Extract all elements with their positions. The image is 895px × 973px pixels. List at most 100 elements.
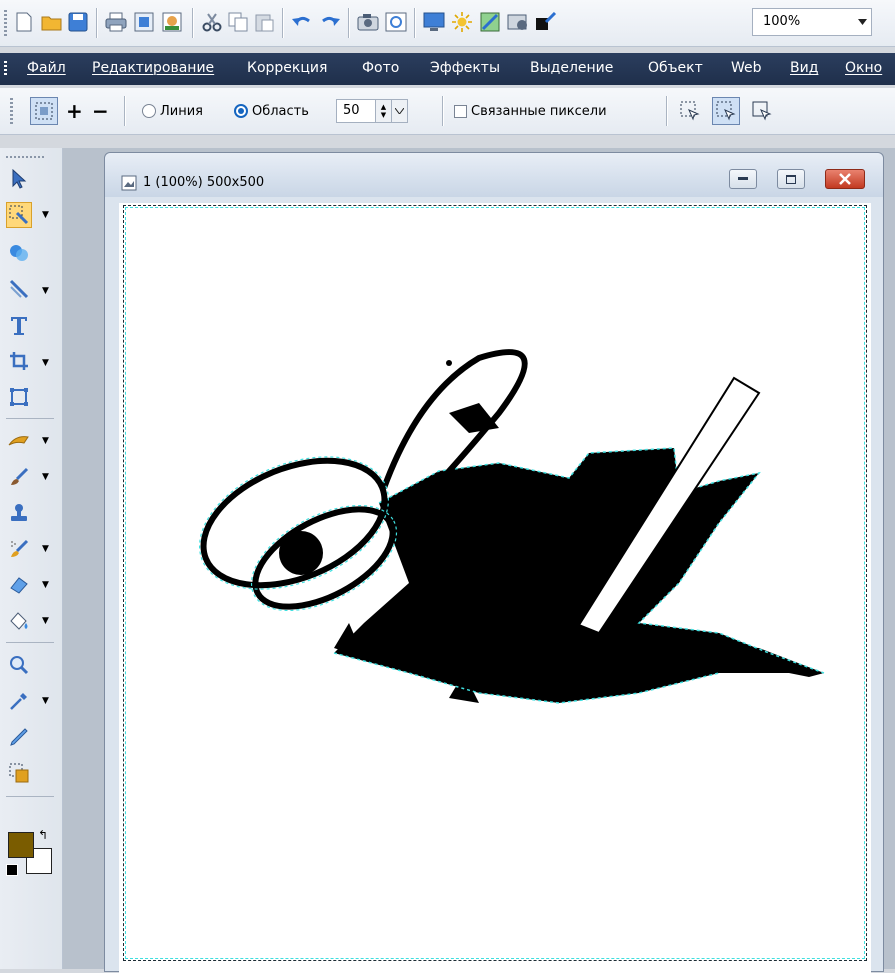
- new-icon[interactable]: [12, 10, 36, 34]
- fill-icon[interactable]: [6, 608, 32, 634]
- foreground-color-swatch[interactable]: [8, 832, 34, 858]
- zoom-value: 100%: [763, 14, 801, 29]
- tolerance-input[interactable]: 50: [336, 99, 376, 123]
- spray-icon[interactable]: [6, 536, 32, 562]
- maximize-button[interactable]: [777, 169, 805, 189]
- eyedropper-icon[interactable]: [6, 688, 32, 714]
- image-properties-icon[interactable]: [132, 10, 156, 34]
- radio-line-label: Линия: [160, 103, 203, 119]
- radio-area-circle[interactable]: [234, 104, 248, 118]
- line-icon[interactable]: [6, 276, 32, 302]
- selection-mode-icon: [30, 97, 58, 125]
- menu-photo[interactable]: Фото: [362, 60, 399, 76]
- magic-wand-menu-arrow[interactable]: ▼: [42, 210, 49, 220]
- shape-icon[interactable]: [6, 240, 32, 266]
- menu-view[interactable]: Вид: [790, 60, 818, 76]
- color-picker-icon[interactable]: [534, 10, 558, 34]
- close-icon: [839, 173, 851, 185]
- swap-colors-icon[interactable]: ↰: [38, 828, 48, 842]
- scanner-icon[interactable]: [384, 10, 408, 34]
- spray-menu-arrow[interactable]: ▼: [42, 544, 49, 554]
- menu-object[interactable]: Объект: [648, 60, 703, 76]
- select-mode-3-icon[interactable]: [752, 88, 772, 134]
- pointer-icon[interactable]: [6, 166, 32, 192]
- eraser-icon[interactable]: [6, 572, 32, 598]
- eraser-menu-arrow[interactable]: ▼: [42, 580, 49, 590]
- canvas-artwork: [198, 349, 825, 704]
- monitor-icon[interactable]: [422, 10, 446, 34]
- select-mode-2-icon[interactable]: [712, 88, 740, 134]
- line-menu-arrow[interactable]: ▼: [42, 286, 49, 296]
- image-icon[interactable]: [160, 10, 184, 34]
- crop-menu-arrow[interactable]: ▼: [42, 358, 49, 368]
- minimize-icon: [738, 177, 748, 180]
- document-title: 1 (100%) 500x500: [143, 175, 265, 190]
- tolerance-stepper[interactable]: 50 ▲ ▼: [336, 88, 408, 134]
- linked-pixels-checkbox[interactable]: Связанные пиксели: [454, 88, 607, 134]
- enhance-icon[interactable]: [478, 10, 502, 34]
- menu-file[interactable]: Файл: [27, 60, 66, 76]
- spin-down-icon[interactable]: ▼: [381, 111, 386, 119]
- crop-icon[interactable]: [6, 348, 32, 374]
- settings-icon[interactable]: [506, 10, 530, 34]
- layer-icon[interactable]: [6, 760, 32, 786]
- spin-up-icon[interactable]: ▲: [381, 103, 386, 111]
- magic-wand-icon[interactable]: [6, 202, 32, 228]
- camera-icon[interactable]: [356, 10, 380, 34]
- toolbar-grip[interactable]: [4, 10, 7, 36]
- zoom-icon[interactable]: [6, 652, 32, 678]
- linked-pixels-label: Связанные пиксели: [471, 103, 607, 119]
- copy-icon[interactable]: [226, 10, 250, 34]
- paint-icon[interactable]: [6, 464, 32, 490]
- save-icon[interactable]: [66, 10, 90, 34]
- radio-area-label: Область: [252, 103, 309, 119]
- pencil-icon[interactable]: [6, 724, 32, 750]
- radio-line[interactable]: Линия: [142, 88, 203, 134]
- panel-grip[interactable]: [6, 156, 46, 158]
- undo-icon[interactable]: [290, 10, 314, 34]
- spin-buttons[interactable]: ▲ ▼: [376, 99, 392, 123]
- open-icon[interactable]: [40, 10, 64, 34]
- options-grip[interactable]: [10, 98, 13, 124]
- zoom-combo[interactable]: 100%: [752, 8, 872, 36]
- maximize-icon: [786, 174, 796, 184]
- document-titlebar[interactable]: 1 (100%) 500x500: [105, 153, 883, 197]
- menu-grip[interactable]: [4, 61, 7, 75]
- print-icon[interactable]: [104, 10, 128, 34]
- chevron-down-icon[interactable]: [853, 9, 871, 35]
- minimize-button[interactable]: [729, 169, 757, 189]
- select-mode-1-icon[interactable]: [680, 88, 700, 134]
- paint-menu-arrow[interactable]: ▼: [42, 472, 49, 482]
- radio-area[interactable]: Область: [234, 88, 309, 134]
- default-colors-icon[interactable]: [6, 864, 18, 876]
- redo-icon[interactable]: [318, 10, 342, 34]
- menu-edit[interactable]: Редактирование: [92, 60, 214, 76]
- tool-options-bar: + − Линия Область 50 ▲ ▼ Связанные пиксел…: [0, 88, 895, 135]
- paste-icon[interactable]: [252, 10, 276, 34]
- text-icon[interactable]: [6, 312, 32, 338]
- standard-toolbar: 100%: [0, 0, 895, 47]
- image-canvas[interactable]: [119, 203, 871, 973]
- new-selection-button[interactable]: [30, 88, 58, 134]
- stamp-icon[interactable]: [6, 500, 32, 526]
- document-icon: [121, 175, 137, 195]
- radio-line-circle[interactable]: [142, 104, 156, 118]
- menu-web[interactable]: Web: [731, 60, 762, 76]
- eyedropper-menu-arrow[interactable]: ▼: [42, 696, 49, 706]
- cut-icon[interactable]: [200, 10, 224, 34]
- brush-icon[interactable]: [6, 428, 32, 454]
- subtract-from-selection-icon[interactable]: −: [92, 88, 109, 134]
- menu-effects[interactable]: Эффекты: [430, 60, 500, 76]
- add-to-selection-icon[interactable]: +: [66, 88, 83, 134]
- menu-window[interactable]: Окно: [845, 60, 882, 76]
- menu-correction[interactable]: Коррекция: [247, 60, 327, 76]
- tools-panel: ▼ ▼ ▼ ▼ ▼ ▼ ▼ ▼ ▼ ↰: [0, 148, 63, 969]
- linked-pixels-box[interactable]: [454, 104, 467, 118]
- transform-icon[interactable]: [6, 384, 32, 410]
- menu-selection[interactable]: Выделение: [530, 60, 613, 76]
- chevron-down-icon[interactable]: [392, 99, 408, 123]
- brightness-icon[interactable]: [450, 10, 474, 34]
- fill-menu-arrow[interactable]: ▼: [42, 616, 49, 626]
- brush-menu-arrow[interactable]: ▼: [42, 436, 49, 446]
- close-button[interactable]: [825, 169, 865, 189]
